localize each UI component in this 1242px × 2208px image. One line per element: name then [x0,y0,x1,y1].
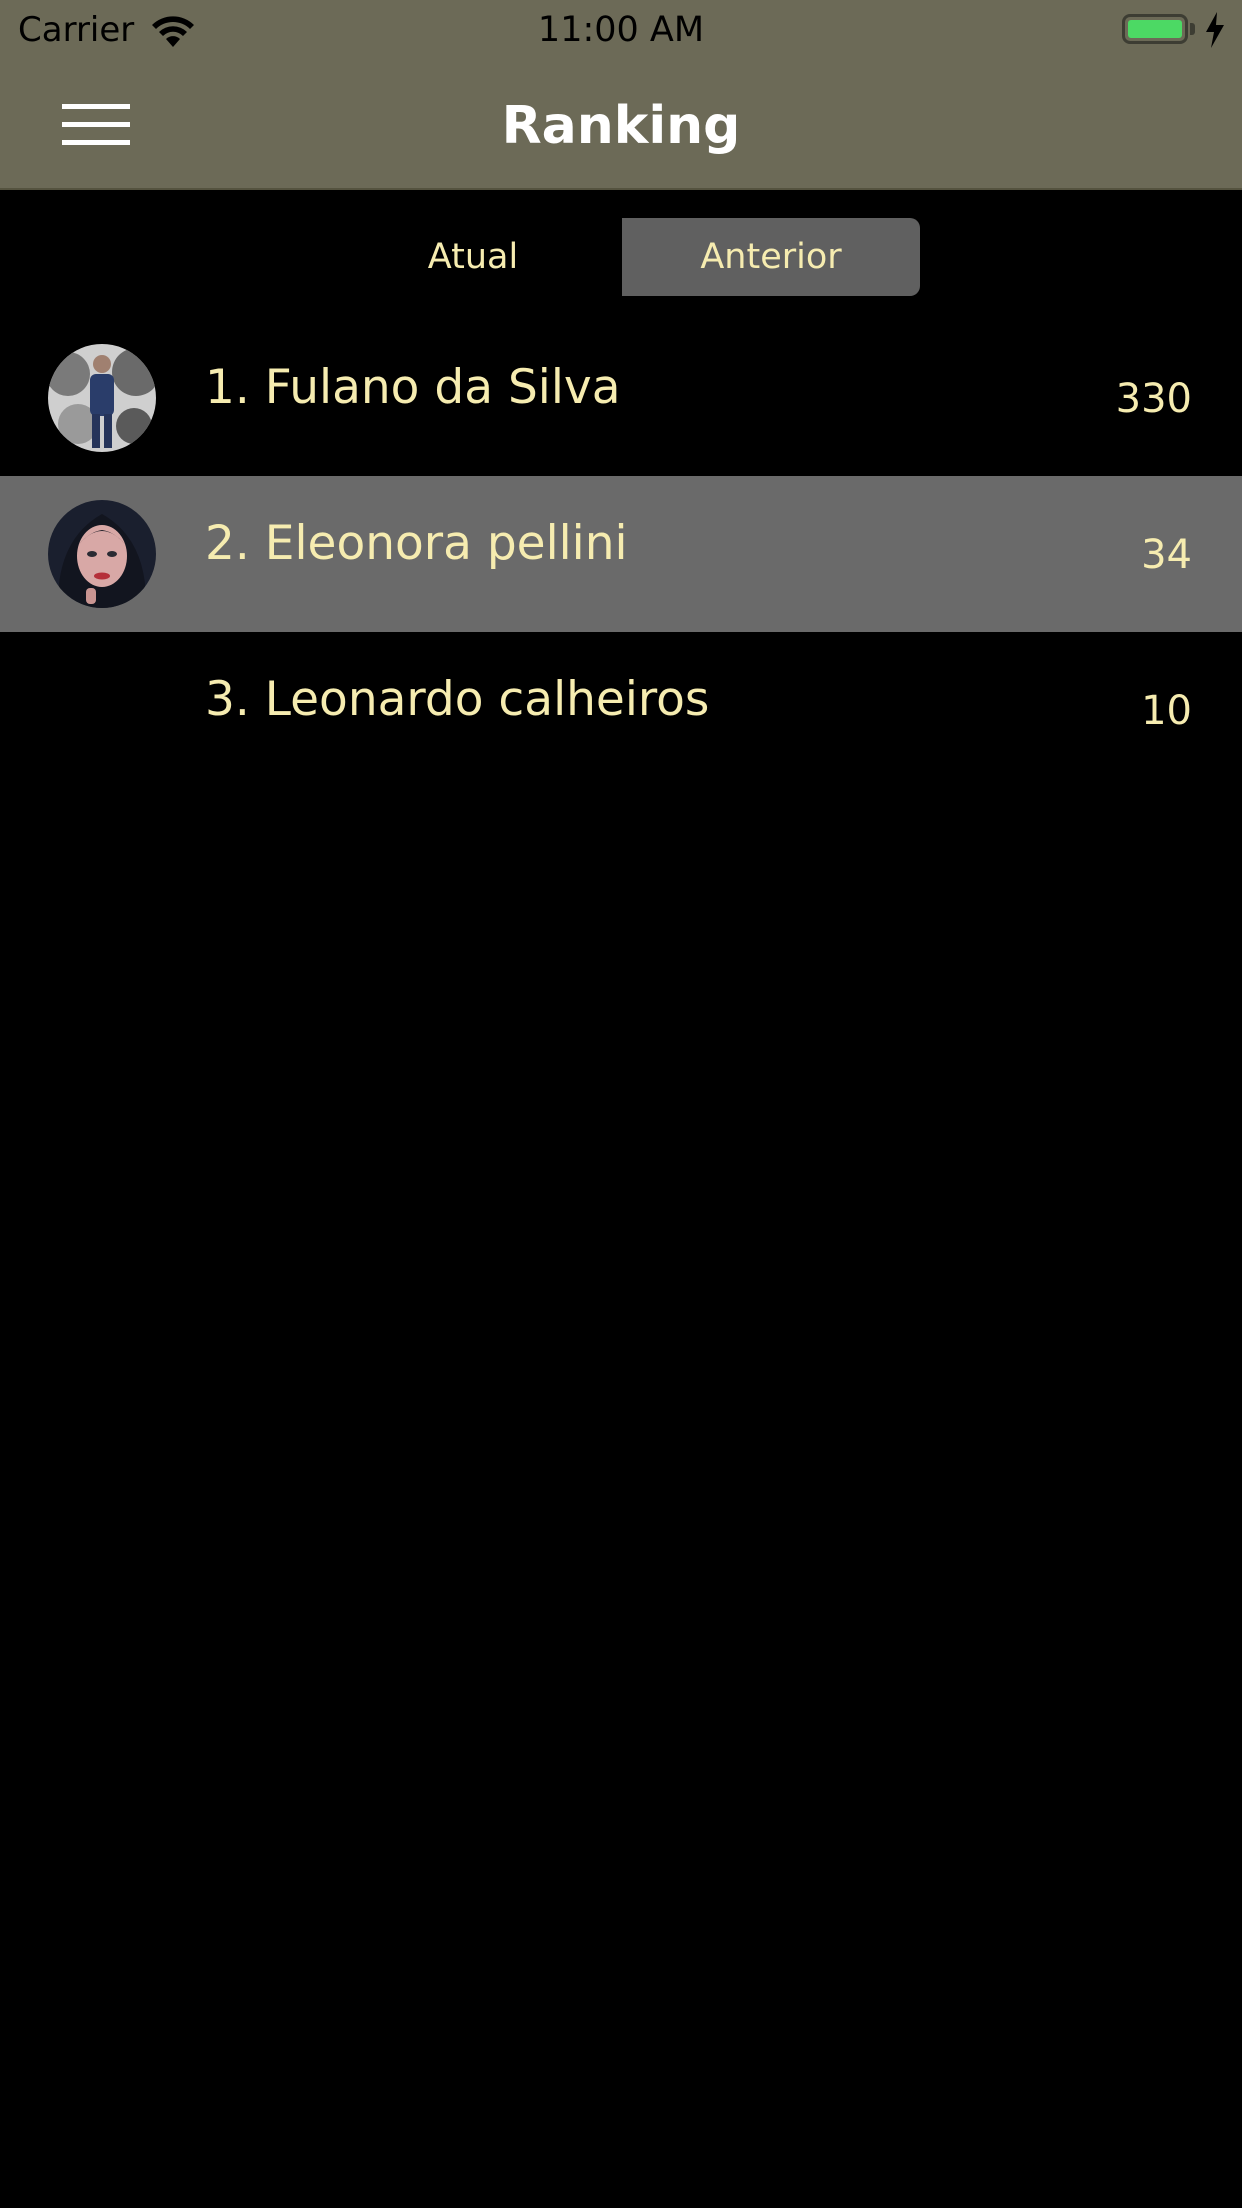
avatar-photo-woman [48,500,156,608]
ranking-row[interactable]: 1. Fulano da Silva 330 [0,320,1242,476]
navigation-header: Carrier 11:00 AM Ranking [0,0,1242,190]
avatar [48,344,156,452]
status-bar: Carrier 11:00 AM [0,0,1242,62]
tab-atual[interactable]: Atual [324,218,622,296]
page-title: Ranking [501,96,741,156]
period-segmented-control: Atual Anterior [324,218,920,296]
avatar-photo-man [48,344,156,452]
avatar [48,500,156,608]
battery-icon [1122,14,1188,44]
ranking-score: 330 [1115,376,1192,422]
tab-anterior[interactable]: Anterior [622,218,920,296]
ranking-row[interactable]: 2. Eleonora pellini 34 [0,476,1242,632]
ranking-name: 2. Eleonora pellini [205,516,628,571]
clock: 11:00 AM [537,10,705,50]
ranking-row[interactable]: 3. Leonardo calheiros 10 [0,632,1242,788]
ranking-name: 1. Fulano da Silva [205,360,621,415]
charging-bolt-icon [1206,12,1224,48]
ranking-name: 3. Leonardo calheiros [205,672,710,727]
ranking-score: 10 [1141,688,1192,734]
ranking-score: 34 [1141,532,1192,578]
battery-cap [1190,23,1195,35]
